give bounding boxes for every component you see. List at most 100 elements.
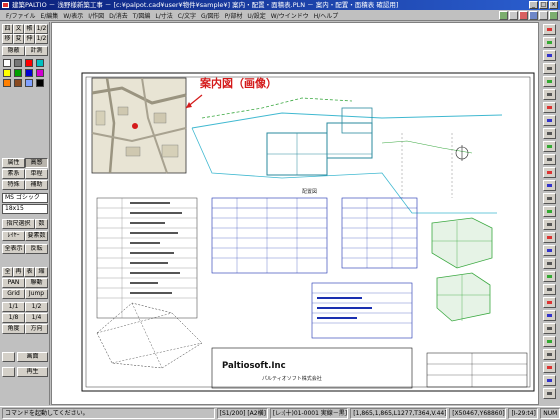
right-tool-14-icon[interactable] xyxy=(543,193,556,204)
color-swatch-white[interactable] xyxy=(3,59,11,67)
menu-member[interactable]: P/部材 xyxy=(225,11,243,20)
right-tool-11-icon[interactable] xyxy=(543,154,556,165)
right-tool-13-icon[interactable] xyxy=(543,180,556,191)
screen-icon-button[interactable] xyxy=(2,352,15,362)
scale-select-button[interactable]: 指尺選択 xyxy=(2,219,35,229)
tool-stretch[interactable]: 伸 xyxy=(24,34,35,44)
menu-window[interactable]: W/ウインドウ xyxy=(271,11,309,20)
tool-half-2[interactable]: 1/2 xyxy=(35,34,48,44)
right-tool-15-icon[interactable] xyxy=(543,206,556,217)
drawing-canvas[interactable]: 案内図（画像） 配置図 Paltiosoft.Inc パルティオソフト株式会社 xyxy=(51,22,539,405)
special-button[interactable]: 特殊 xyxy=(2,180,25,190)
right-tool-5-icon[interactable] xyxy=(543,76,556,87)
right-tool-12-icon[interactable] xyxy=(543,167,556,178)
maximize-button[interactable]: □ xyxy=(539,1,548,9)
grid-button[interactable]: Grid xyxy=(2,289,25,299)
link-button[interactable]: 聯動 xyxy=(25,278,48,288)
redraw-button[interactable]: 再 xyxy=(13,267,24,277)
scale-1-4-button[interactable]: 1/4 xyxy=(25,313,48,323)
hide-button[interactable]: 隠蔽 xyxy=(2,46,25,56)
right-tool-17-icon[interactable] xyxy=(543,232,556,243)
color-swatch-orange[interactable] xyxy=(3,79,11,87)
menu-file[interactable]: F/ファイル xyxy=(6,11,35,20)
right-tool-25-icon[interactable] xyxy=(543,336,556,347)
menu-draw[interactable]: I/作図 xyxy=(88,11,104,20)
close-button[interactable]: × xyxy=(549,1,558,9)
right-tool-18-icon[interactable] xyxy=(543,245,556,256)
menu-edit[interactable]: E/編集 xyxy=(40,11,58,20)
color-swatch-black[interactable] xyxy=(36,79,44,87)
redraw-icon[interactable] xyxy=(549,11,558,20)
pan-icon[interactable] xyxy=(539,11,548,20)
layer-icon[interactable] xyxy=(499,11,508,20)
display-button[interactable]: 表 xyxy=(24,267,35,277)
right-tool-20-icon[interactable] xyxy=(543,271,556,282)
single-button[interactable]: 単程 xyxy=(25,169,48,179)
angle-button[interactable]: 角度 xyxy=(2,324,25,334)
layer-button[interactable]: ﾚｲﾔｰ xyxy=(2,231,25,241)
right-tool-10-icon[interactable] xyxy=(543,141,556,152)
playback-icon-button[interactable] xyxy=(2,367,15,377)
right-tool-3-icon[interactable] xyxy=(543,50,556,61)
menu-dimension[interactable]: L/寸法 xyxy=(155,11,172,20)
grid-icon[interactable] xyxy=(509,11,518,20)
color-swatch-yellow[interactable] xyxy=(3,69,11,77)
right-tool-21-icon[interactable] xyxy=(543,284,556,295)
pan-button[interactable]: PAN xyxy=(2,278,25,288)
count-button[interactable]: 数 xyxy=(35,219,48,229)
menu-view[interactable]: W/表示 xyxy=(63,11,83,20)
attribute-button[interactable]: 属性 xyxy=(2,158,25,168)
color-swatch-cyan[interactable] xyxy=(36,59,44,67)
right-tool-2-icon[interactable] xyxy=(543,37,556,48)
menu-text[interactable]: C/文字 xyxy=(178,11,196,20)
tool-move[interactable]: 移 xyxy=(2,34,13,44)
right-tool-9-icon[interactable] xyxy=(543,128,556,139)
tool-square[interactable]: 四 xyxy=(2,24,13,34)
font-name-select[interactable]: MS ゴシック xyxy=(2,193,48,203)
menu-help[interactable]: H/ヘルプ xyxy=(314,11,339,20)
right-tool-19-icon[interactable] xyxy=(543,258,556,269)
right-tool-24-icon[interactable] xyxy=(543,323,556,334)
right-tool-4-icon[interactable] xyxy=(543,63,556,74)
color-swatch-green[interactable] xyxy=(14,69,22,77)
jump-button[interactable]: Jump xyxy=(25,289,48,299)
right-tool-16-icon[interactable] xyxy=(543,219,556,230)
scale-1-8-button[interactable]: 1/8 xyxy=(2,313,25,323)
menu-delete[interactable]: D/消去 xyxy=(109,11,128,20)
minimize-button[interactable]: _ xyxy=(529,1,538,9)
element-count-button[interactable]: 要素数 xyxy=(25,231,48,241)
tool-text[interactable]: 文 xyxy=(13,24,24,34)
right-tool-26-icon[interactable] xyxy=(543,349,556,360)
tool-half-1[interactable]: 1/2 xyxy=(35,24,48,34)
tool-band[interactable]: 帳 xyxy=(24,24,35,34)
right-tool-27-icon[interactable] xyxy=(543,362,556,373)
screen-button[interactable]: 画面 xyxy=(17,352,48,362)
scale-1-2-button[interactable]: 1/2 xyxy=(25,302,48,312)
shrink-button[interactable]: 縮 xyxy=(35,267,48,277)
element-button[interactable]: 素系 xyxy=(2,169,25,179)
scale-1-1-button[interactable]: 1/1 xyxy=(2,302,25,312)
color-swatch-blue[interactable] xyxy=(25,69,33,77)
high-sense-button[interactable]: 高感 xyxy=(25,158,48,168)
font-size-select[interactable]: 18x15 xyxy=(2,204,48,214)
right-tool-23-icon[interactable] xyxy=(543,310,556,321)
color-swatch-red[interactable] xyxy=(25,59,33,67)
measure-button[interactable]: 計測 xyxy=(25,46,48,56)
color-swatch-magenta[interactable] xyxy=(36,69,44,77)
playback-button[interactable]: 再生 xyxy=(17,367,48,377)
tool-change[interactable]: 変 xyxy=(13,34,24,44)
color-swatch-lightblue[interactable] xyxy=(25,79,33,87)
right-tool-7-icon[interactable] xyxy=(543,102,556,113)
right-tool-6-icon[interactable] xyxy=(543,89,556,100)
zoom-icon[interactable] xyxy=(529,11,538,20)
show-all-button[interactable]: 全表示 xyxy=(2,244,25,254)
menu-figure-edit[interactable]: T/図編 xyxy=(133,11,151,20)
snap-icon[interactable] xyxy=(519,11,528,20)
invert-button[interactable]: 反転 xyxy=(25,244,48,254)
menu-settings[interactable]: U/設定 xyxy=(247,11,265,20)
view-all-button[interactable]: 全 xyxy=(2,267,13,277)
menu-shape[interactable]: G/図形 xyxy=(201,11,220,20)
color-swatch-gray[interactable] xyxy=(14,59,22,67)
right-tool-1-icon[interactable] xyxy=(543,24,556,35)
right-tool-22-icon[interactable] xyxy=(543,297,556,308)
